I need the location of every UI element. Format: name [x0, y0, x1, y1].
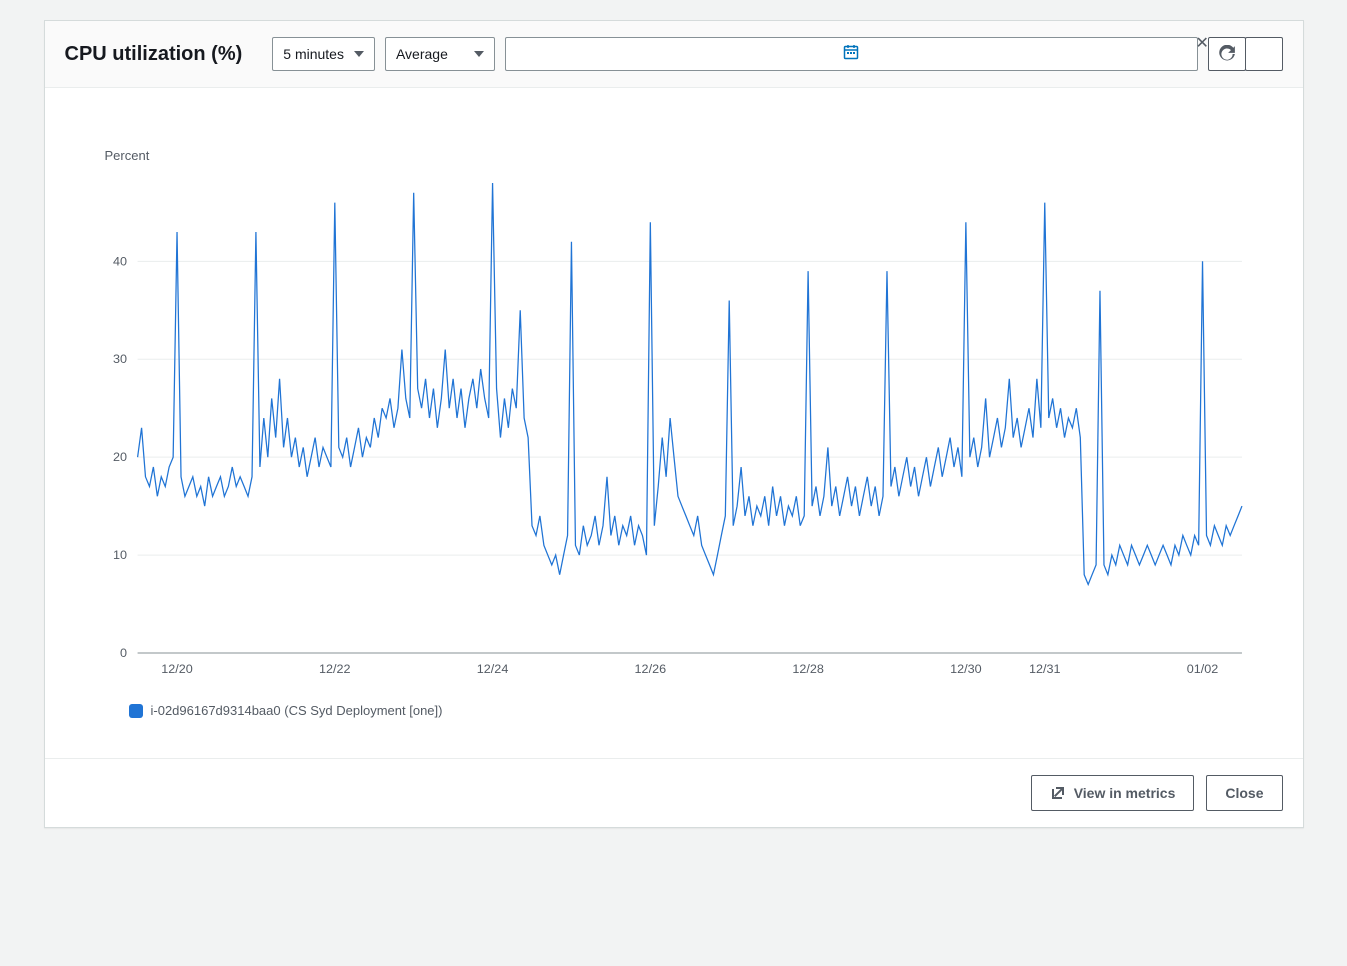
calendar-icon	[843, 44, 859, 65]
svg-text:01/02: 01/02	[1186, 662, 1218, 676]
svg-text:20: 20	[113, 450, 127, 464]
chevron-down-icon	[354, 51, 364, 57]
refresh-icon	[1218, 45, 1236, 63]
svg-text:12/20: 12/20	[161, 662, 193, 676]
svg-text:12/24: 12/24	[476, 662, 508, 676]
metric-panel: CPU utilization (%) 5 minutes Average ✕ …	[44, 20, 1304, 828]
y-axis-label: Percent	[105, 148, 1263, 163]
svg-text:10: 10	[113, 548, 127, 562]
chart-legend: i-02d96167d9314baa0 (CS Syd Deployment […	[85, 693, 1263, 748]
actions-dropdown[interactable]	[1245, 37, 1283, 71]
statistic-select-label: Average	[396, 46, 448, 62]
svg-text:12/26: 12/26	[634, 662, 666, 676]
svg-text:12/30: 12/30	[950, 662, 982, 676]
period-select-label: 5 minutes	[283, 46, 344, 62]
svg-text:12/28: 12/28	[792, 662, 824, 676]
svg-text:12/22: 12/22	[319, 662, 351, 676]
legend-swatch	[129, 704, 143, 718]
view-in-metrics-button[interactable]: View in metrics	[1031, 775, 1195, 811]
external-link-icon	[1050, 785, 1066, 801]
chevron-down-icon	[474, 51, 484, 57]
svg-text:30: 30	[113, 353, 127, 367]
legend-label: i-02d96167d9314baa0 (CS Syd Deployment […	[151, 703, 443, 718]
date-range-picker[interactable]	[505, 37, 1198, 71]
panel-title: CPU utilization (%)	[65, 43, 243, 66]
line-chart: 0 10 20 30 40 12/20 12/22 12/24 12/26 12/28 12/30 1…	[85, 173, 1263, 693]
close-icon[interactable]: ✕	[1196, 33, 1209, 53]
chart-area: Percent 0 10 20 30 40 12/20 12/22 12/24 12/26 12/…	[45, 88, 1303, 758]
close-button[interactable]: Close	[1206, 775, 1282, 811]
close-label: Close	[1225, 785, 1263, 801]
svg-text:0: 0	[120, 646, 127, 660]
statistic-select[interactable]: Average	[385, 37, 495, 71]
period-select[interactable]: 5 minutes	[272, 37, 375, 71]
header-actions: ✕	[1208, 37, 1283, 71]
svg-text:12/31: 12/31	[1028, 662, 1060, 676]
panel-footer: View in metrics Close	[45, 758, 1303, 827]
svg-text:40: 40	[113, 255, 127, 269]
panel-header: CPU utilization (%) 5 minutes Average ✕	[45, 21, 1303, 88]
view-in-metrics-label: View in metrics	[1074, 785, 1176, 801]
refresh-button[interactable]	[1208, 37, 1246, 71]
